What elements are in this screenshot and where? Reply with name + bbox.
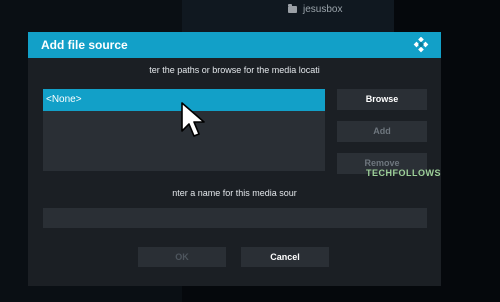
mouse-cursor-icon	[181, 102, 205, 137]
name-instruction: nter a name for this media sour	[172, 188, 297, 198]
folder-icon	[288, 4, 297, 13]
add-file-source-dialog: Add file source ter the paths or browse …	[28, 32, 441, 286]
paths-instruction: ter the paths or browse for the media lo…	[149, 65, 320, 75]
dialog-titlebar: Add file source	[28, 32, 441, 58]
browse-button[interactable]: Browse	[337, 89, 427, 110]
kodi-logo-icon	[413, 37, 429, 53]
ok-button[interactable]: OK	[138, 247, 226, 267]
background-item-label: jesusbox	[303, 4, 343, 15]
techfollows-watermark: TECHFOLLOWS	[366, 168, 441, 178]
media-source-name-field[interactable]	[43, 208, 427, 228]
dialog-title: Add file source	[41, 38, 128, 52]
cancel-button[interactable]: Cancel	[241, 247, 329, 267]
background-list-item: jesusbox	[288, 4, 342, 15]
add-button[interactable]: Add	[337, 121, 427, 142]
